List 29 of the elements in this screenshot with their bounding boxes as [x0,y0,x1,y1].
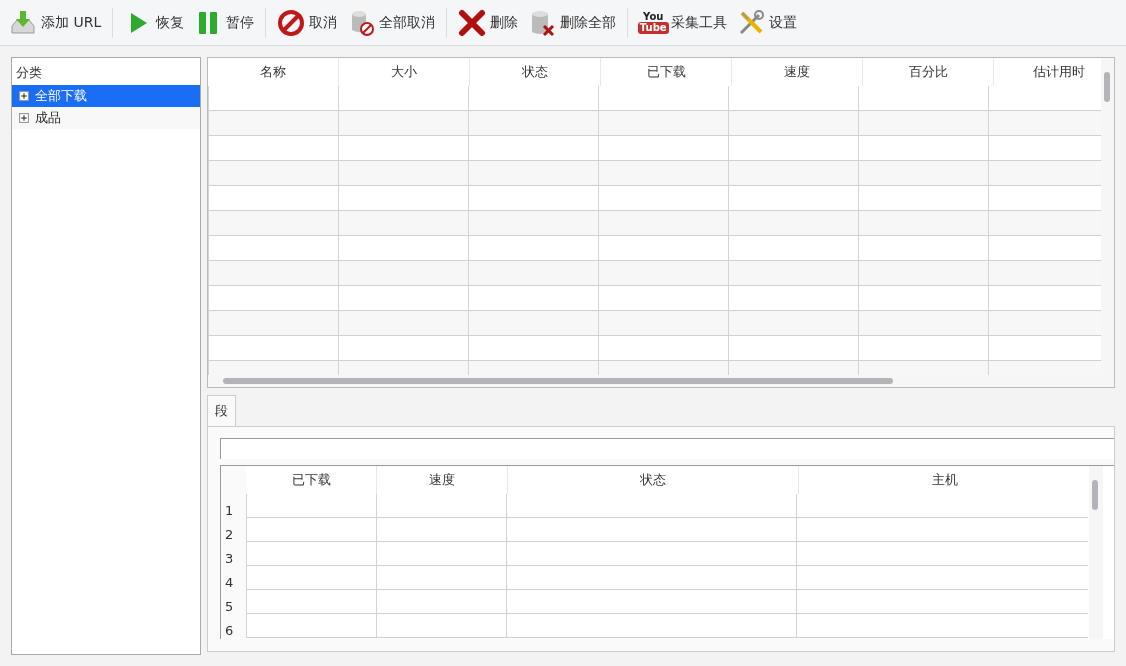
tree-item-label: 全部下载 [35,87,87,105]
vertical-scrollbar[interactable] [1089,466,1103,639]
cancel-icon [277,8,306,37]
row-number: 2 [221,518,246,542]
horizontal-scrollbar[interactable] [208,375,1114,387]
toolbar-button[interactable]: 删除全部 [525,4,620,41]
toolbar-button[interactable]: 取消 [274,4,341,41]
toolbar-button[interactable]: 删除 [455,4,522,41]
toolbar-button[interactable]: 设置 [734,4,801,41]
row-number: 3 [221,542,246,566]
toolbar-button[interactable]: 暂停 [191,4,258,41]
toolbar-button[interactable]: 全部取消 [344,4,439,41]
category-header: 分类 [15,64,43,82]
expand-icon[interactable] [19,113,29,123]
cross-icon [458,8,487,37]
tree-item[interactable]: 全部下载 [12,85,200,107]
tools-icon [737,8,766,37]
row-number: 1 [221,494,246,518]
tree-item[interactable]: 成品 [12,107,200,129]
row-number: 6 [221,614,246,638]
row-number: 5 [221,590,246,614]
tree-item-label: 成品 [35,109,61,127]
row-number: 4 [221,566,246,590]
expand-icon[interactable] [19,91,29,101]
download-icon [9,8,37,37]
tab[interactable]: 段 [207,395,236,426]
toolbar-button[interactable]: 恢复 [121,4,188,41]
toolbar-button[interactable]: 添加 URL [6,4,105,41]
vertical-scrollbar[interactable] [1101,58,1114,375]
